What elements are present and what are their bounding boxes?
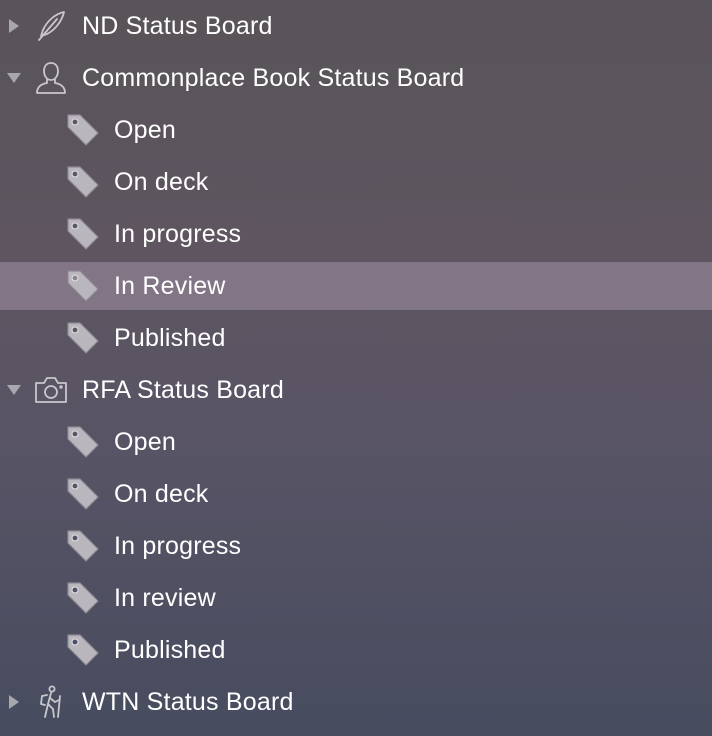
person-icon [32,59,70,97]
column-label: Open [114,115,176,144]
column-label: On deck [114,479,209,508]
column-row-in-review-selected[interactable]: In Review [0,262,712,310]
column-row-in-review[interactable]: In review [0,572,712,624]
board-label: WTN Status Board [82,687,294,716]
disclosure-collapsed-icon[interactable] [6,18,22,34]
column-row-in-progress[interactable]: In progress [0,520,712,572]
sidebar-outline: ND Status Board Commonplace Book Status … [0,0,712,736]
column-row-published[interactable]: Published [0,312,712,364]
hiker-icon [32,683,70,721]
tag-icon [64,579,102,617]
column-label: Published [114,635,226,664]
tag-icon [64,319,102,357]
column-label: Published [114,323,226,352]
quill-pen-icon [32,7,70,45]
tag-icon [64,267,102,305]
column-label: In progress [114,531,242,560]
column-row-published[interactable]: Published [0,624,712,676]
disclosure-expanded-icon[interactable] [6,70,22,86]
board-label: Commonplace Book Status Board [82,63,465,92]
board-row-commonplace[interactable]: Commonplace Book Status Board [0,52,712,104]
board-row-wtn[interactable]: WTN Status Board [0,676,712,728]
tag-icon [64,423,102,461]
tag-icon [64,475,102,513]
camera-icon [32,371,70,409]
column-label: Open [114,427,176,456]
column-label: On deck [114,167,209,196]
column-label: In review [114,583,216,612]
column-row-open[interactable]: Open [0,416,712,468]
tag-icon [64,111,102,149]
column-label: In progress [114,219,242,248]
board-row-nd[interactable]: ND Status Board [0,0,712,52]
column-row-on-deck[interactable]: On deck [0,156,712,208]
tag-icon [64,215,102,253]
tag-icon [64,631,102,669]
disclosure-collapsed-icon[interactable] [6,694,22,710]
board-label: RFA Status Board [82,375,284,404]
column-label: In Review [114,271,226,300]
tag-icon [64,527,102,565]
column-row-on-deck[interactable]: On deck [0,468,712,520]
board-label: ND Status Board [82,11,273,40]
disclosure-expanded-icon[interactable] [6,382,22,398]
tag-icon [64,163,102,201]
column-row-open[interactable]: Open [0,104,712,156]
board-row-rfa[interactable]: RFA Status Board [0,364,712,416]
column-row-in-progress[interactable]: In progress [0,208,712,260]
